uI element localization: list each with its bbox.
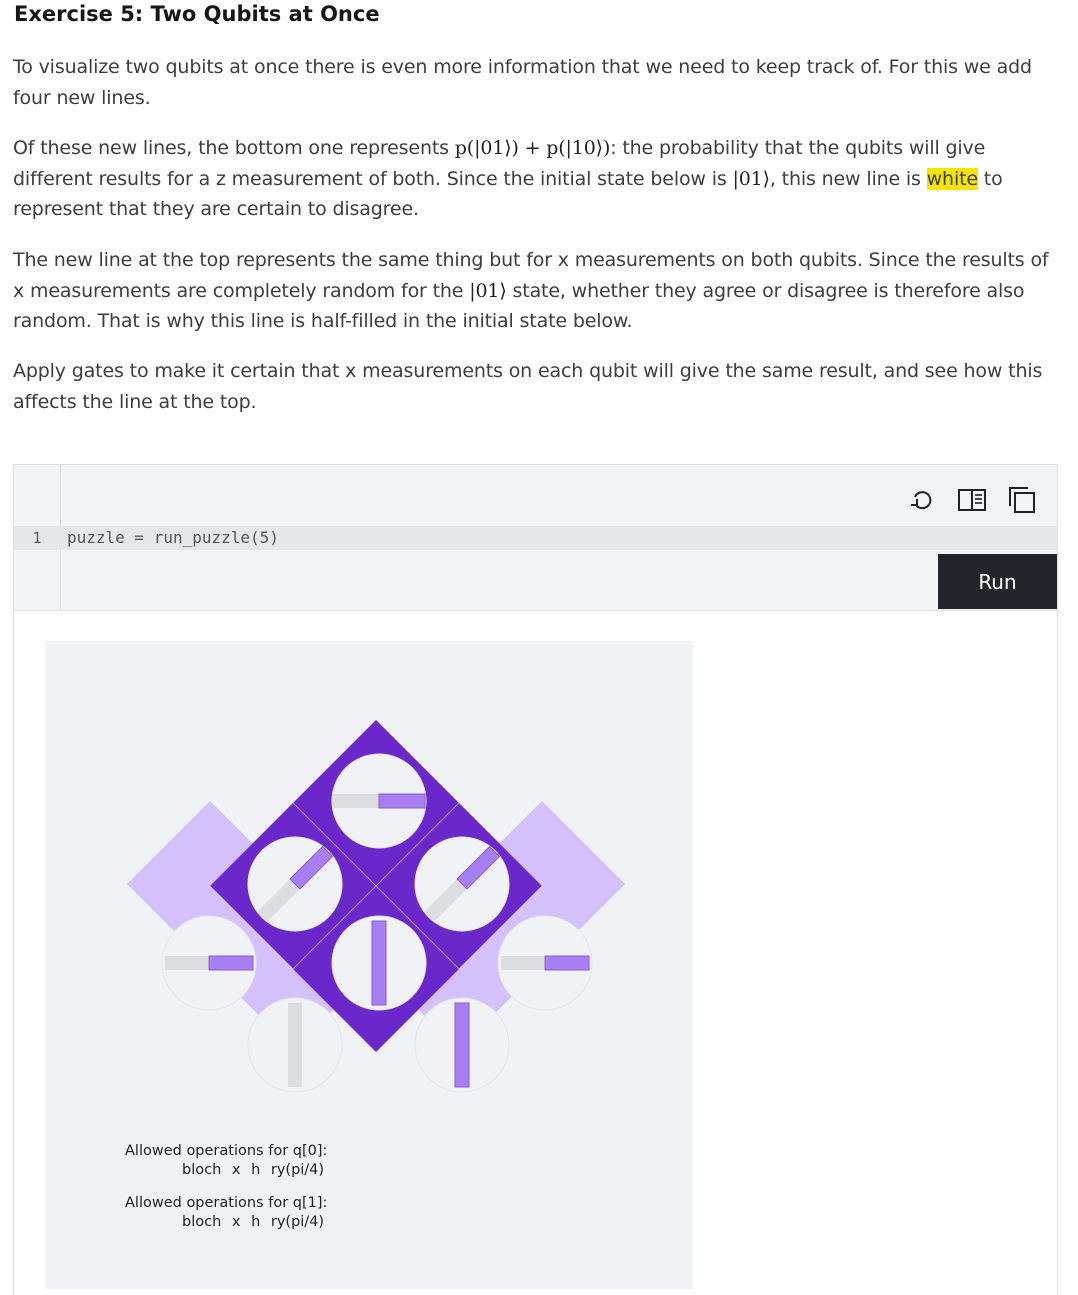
bar-filled-vertical	[371, 920, 387, 1006]
paragraph-bottom-line: Of these new lines, the bottom one repre…	[13, 133, 1063, 225]
puzzle-grid	[127, 720, 625, 1093]
cell-toolbar	[907, 485, 1037, 515]
code-cell: 1 puzzle = run_puzzle(5) Run Allowed ope…	[13, 464, 1058, 1295]
puzzle-output: Allowed operations for q[0]: bloch x h r…	[45, 641, 693, 1289]
undo-icon[interactable]	[907, 485, 937, 515]
bar-empty	[501, 956, 545, 970]
exercise-heading: Exercise 5: Two Qubits at Once	[14, 2, 380, 26]
split-view-icon[interactable]	[957, 485, 987, 515]
copy-icon[interactable]	[1007, 485, 1037, 515]
text-span: , this new line is	[769, 167, 927, 190]
text-span: Of these new lines, the bottom one repre…	[13, 137, 455, 159]
ops-q0-list: bloch x h ry(pi/4)	[182, 1162, 325, 1178]
code-line[interactable]: puzzle = run_puzzle(5)	[67, 526, 279, 550]
line-number: 1	[32, 529, 42, 547]
paragraph-intro: To visualize two qubits at once there is…	[13, 56, 1032, 109]
math-ket-01: |01⟩	[469, 279, 507, 302]
bar-empty	[165, 956, 209, 970]
math-probability: p(|01⟩) + p(|10⟩)	[454, 137, 611, 159]
highlighted-word: white	[926, 167, 978, 190]
bar-empty	[333, 794, 379, 808]
ops-q0: Allowed operations for q[0]: bloch x h r…	[125, 1142, 327, 1180]
paragraph-instruction: Apply gates to make it certain that x me…	[13, 360, 1043, 413]
bar-filled	[544, 955, 590, 971]
ops-q1-title: Allowed operations for q[1]:	[125, 1195, 328, 1211]
code-editor[interactable]: 1 puzzle = run_puzzle(5) Run	[14, 465, 1057, 611]
paragraph-top-line: The new line at the top represents the s…	[13, 245, 1063, 337]
math-ket-01: |01⟩	[732, 167, 770, 190]
bar-filled	[208, 955, 254, 971]
bar-empty-vertical	[288, 1003, 302, 1087]
ops-q1: Allowed operations for q[1]: bloch x h r…	[125, 1194, 327, 1232]
run-button[interactable]: Run	[938, 554, 1057, 609]
bar-filled-vertical	[454, 1002, 470, 1088]
ops-q1-list: bloch x h ry(pi/4)	[182, 1214, 325, 1230]
bar-filled	[378, 793, 426, 809]
ops-q0-title: Allowed operations for q[0]:	[125, 1143, 328, 1159]
